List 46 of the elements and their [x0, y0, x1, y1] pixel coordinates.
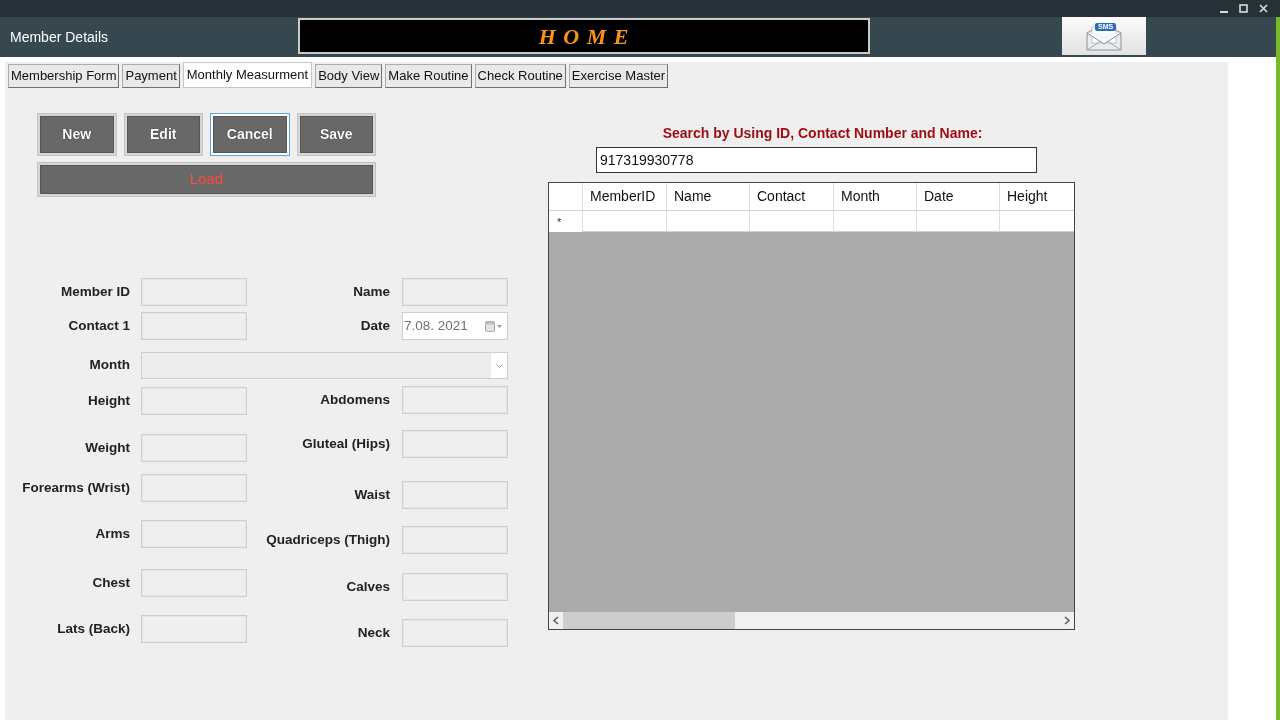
tab[interactable]: Membership Form: [8, 64, 120, 88]
window-title: Member Details: [9, 28, 110, 47]
field-label: Gluteal (Hips): [301, 434, 390, 453]
caret-down-icon: [497, 324, 502, 328]
table-cell[interactable]: [917, 211, 1000, 232]
field-label: Month: [88, 356, 130, 375]
field-label: Chest: [91, 573, 130, 592]
table-cell[interactable]: [750, 211, 834, 232]
chevron-down-icon: [495, 363, 503, 368]
field-label: Forearms (Wrist): [21, 478, 130, 497]
table-cell[interactable]: [583, 211, 667, 232]
field-label: Calves: [345, 577, 390, 596]
field-label: Member ID: [59, 282, 130, 301]
row-header[interactable]: *: [549, 211, 583, 232]
close-icon[interactable]: [1259, 4, 1268, 13]
action-button[interactable]: Edit: [123, 113, 203, 156]
field-label: Name: [352, 282, 390, 301]
action-button[interactable]: New: [37, 113, 117, 156]
field-label: Abdomens: [319, 390, 390, 409]
calendar-icon: [485, 320, 495, 332]
scrollbar-thumb[interactable]: [563, 612, 735, 629]
field-label: Weight: [84, 438, 130, 457]
maximize-icon[interactable]: [1239, 4, 1248, 13]
action-button[interactable]: Save: [296, 113, 376, 156]
action-button[interactable]: Cancel: [210, 113, 290, 156]
field-label: Contact 1: [67, 316, 130, 335]
tab[interactable]: Payment: [122, 64, 180, 88]
tab[interactable]: Monthly Measurment: [182, 62, 313, 88]
home-banner: H O M E: [298, 18, 870, 54]
field-label: Lats (Back): [56, 619, 130, 638]
field-label: Height: [87, 391, 130, 410]
field-label: Waist: [353, 485, 390, 504]
date-field[interactable]: 7.08. 2021: [402, 312, 508, 340]
field-label: Arms: [94, 524, 130, 543]
tab[interactable]: Exercise Master: [568, 64, 669, 88]
tab[interactable]: Make Routine: [385, 64, 472, 88]
tab[interactable]: Check Routine: [474, 64, 566, 88]
search-field[interactable]: 917319930778: [596, 147, 1037, 173]
table-cell[interactable]: [834, 211, 917, 232]
table-cell[interactable]: [667, 211, 750, 232]
field-label: Date: [359, 316, 390, 335]
horizontal-scrollbar[interactable]: [549, 612, 1074, 629]
field-label: Neck: [356, 623, 390, 642]
tab[interactable]: Body View: [315, 64, 383, 88]
field-label: Quadriceps (Thigh): [265, 530, 390, 549]
search-label: Search by Using ID, Contact Number and Name:: [661, 125, 984, 142]
